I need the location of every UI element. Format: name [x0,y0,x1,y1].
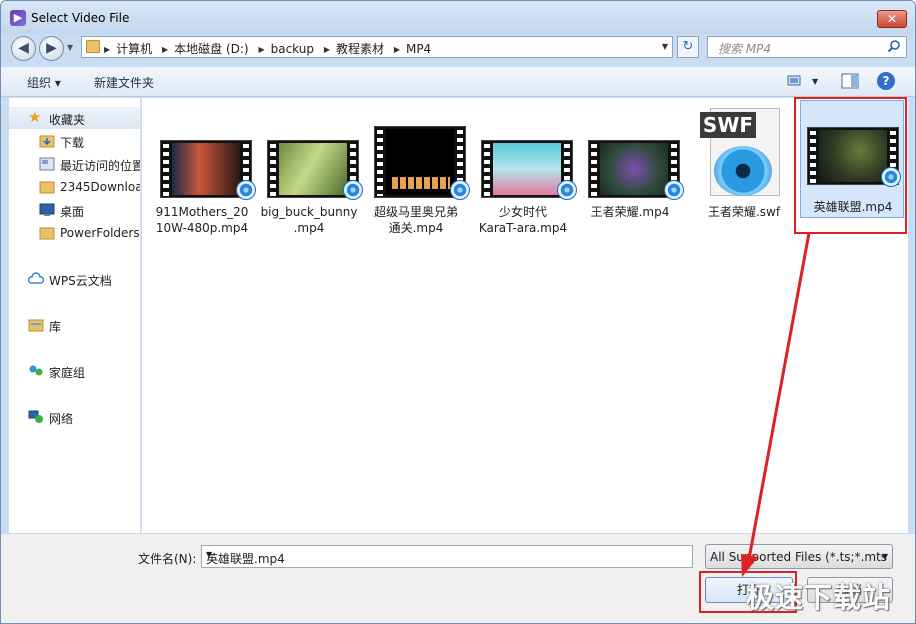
watermark: 极速下载站 [746,581,892,614]
dialog-window: ▶ Select Video File ✕ ◀ ▶ ▼ ▶ 计算机 ▶ 本地磁盘 (… [0,0,916,624]
annotation-arrow [741,232,811,577]
